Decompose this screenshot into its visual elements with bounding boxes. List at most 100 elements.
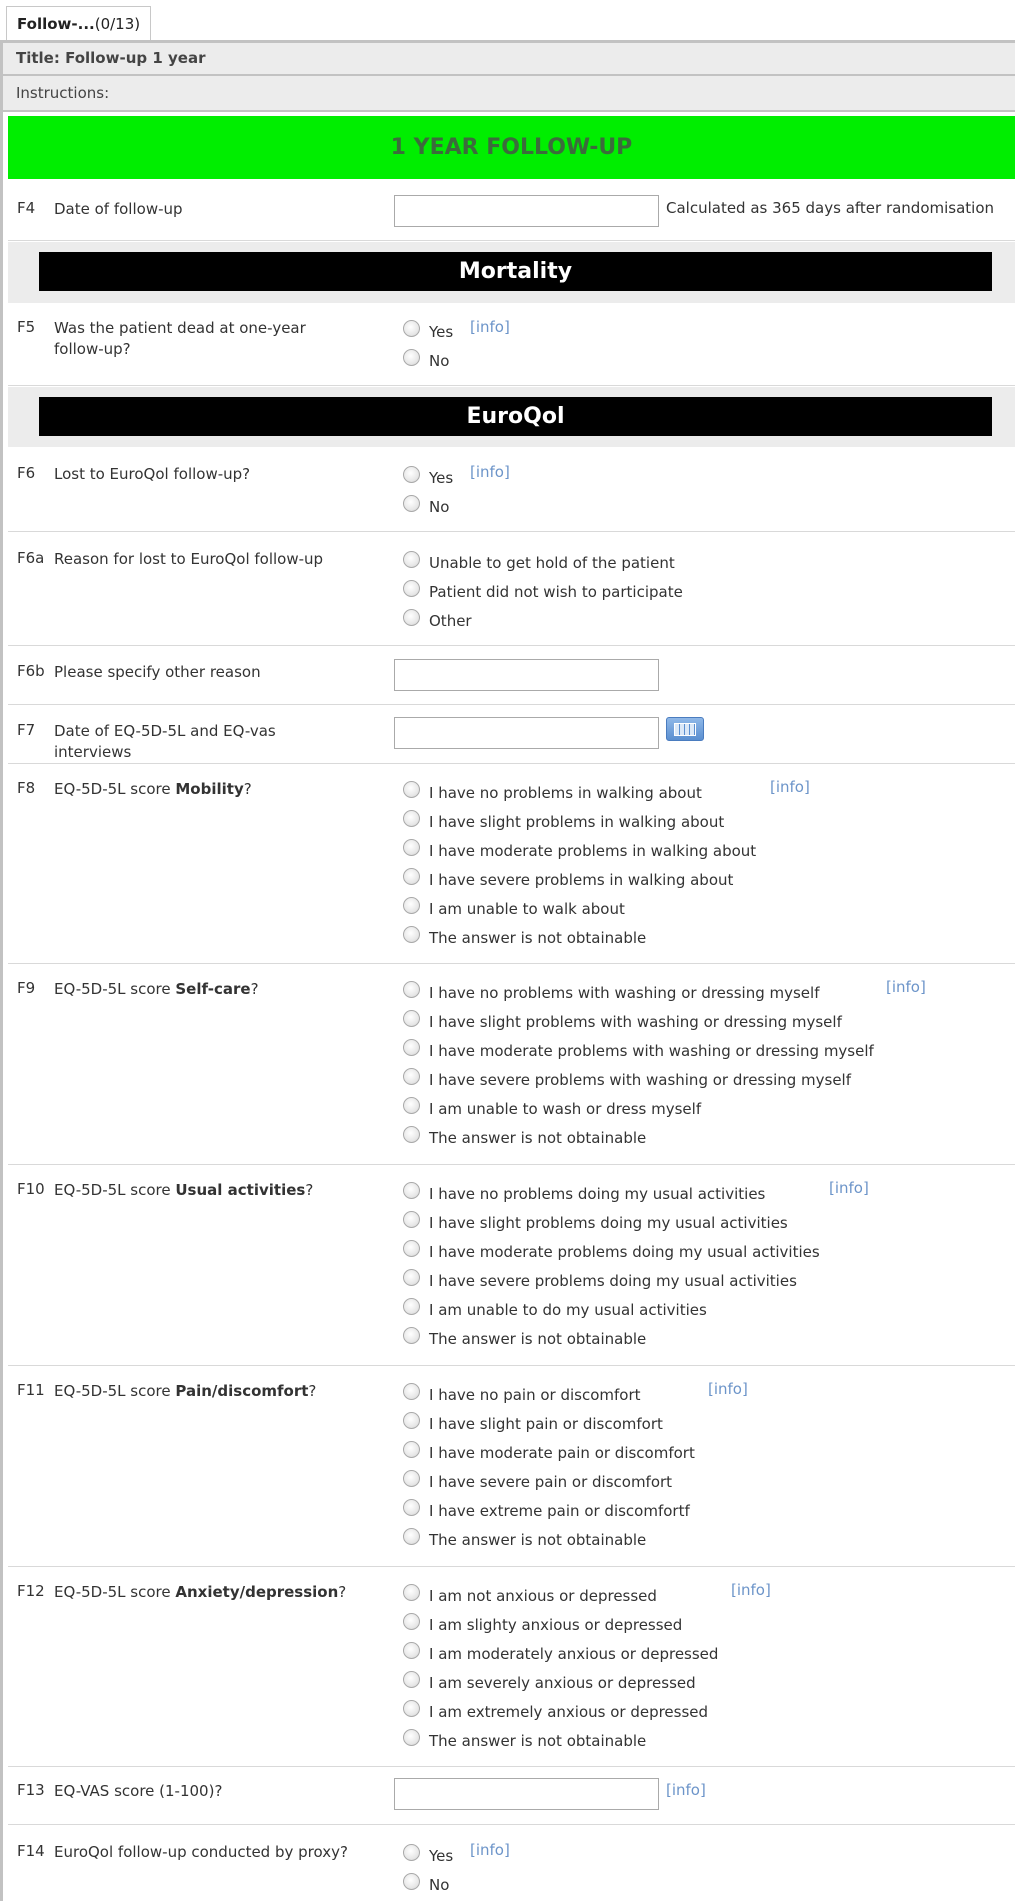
radio-button[interactable] xyxy=(403,1182,420,1199)
option-yes[interactable]: Yes xyxy=(403,320,453,345)
option-no[interactable]: No xyxy=(403,349,449,374)
option-no[interactable]: No xyxy=(403,1873,449,1898)
radio-button[interactable] xyxy=(403,1298,420,1315)
radio-button[interactable] xyxy=(403,320,420,337)
option-2[interactable]: I am slighty anxious or depressed xyxy=(403,1613,682,1638)
info-link[interactable]: [info] xyxy=(770,778,810,796)
option-4[interactable]: I have severe problems in walking about xyxy=(403,868,733,893)
calendar-icon[interactable] xyxy=(666,717,704,741)
radio-button[interactable] xyxy=(403,1844,420,1861)
option-2[interactable]: I have slight pain or discomfort xyxy=(403,1412,663,1437)
radio-button[interactable] xyxy=(403,1240,420,1257)
option-6[interactable]: The answer is not obtainable xyxy=(403,1729,646,1754)
option-label: Yes xyxy=(429,469,454,487)
other-reason-input[interactable] xyxy=(394,659,659,691)
radio-button[interactable] xyxy=(403,349,420,366)
info-link[interactable]: [info] xyxy=(470,318,510,336)
option-1[interactable]: I have no problems in walking about xyxy=(403,781,702,806)
option-no[interactable]: No xyxy=(403,495,449,520)
radio-button[interactable] xyxy=(403,1584,420,1601)
radio-button[interactable] xyxy=(403,1873,420,1890)
info-link[interactable]: [info] xyxy=(886,978,926,996)
radio-button[interactable] xyxy=(403,609,420,626)
radio-button[interactable] xyxy=(403,551,420,568)
option-label: I have slight problems with washing or d… xyxy=(429,1013,842,1031)
option-5[interactable]: I am unable to walk about xyxy=(403,897,625,922)
radio-button[interactable] xyxy=(403,1412,420,1429)
radio-button[interactable] xyxy=(403,1010,420,1027)
info-link[interactable]: [info] xyxy=(731,1581,771,1599)
option-3[interactable]: I am moderately anxious or depressed xyxy=(403,1642,718,1667)
radio-button[interactable] xyxy=(403,1613,420,1630)
option-1[interactable]: I am not anxious or depressed xyxy=(403,1584,657,1609)
info-link[interactable]: [info] xyxy=(470,1841,510,1859)
option-6[interactable]: The answer is not obtainable xyxy=(403,926,646,951)
option-4[interactable]: I have severe problems doing my usual ac… xyxy=(403,1269,797,1294)
option-yes[interactable]: Yes xyxy=(403,1844,453,1869)
radio-button[interactable] xyxy=(403,1383,420,1400)
info-link[interactable]: [info] xyxy=(829,1179,869,1197)
option-5[interactable]: I have extreme pain or discomfortf xyxy=(403,1499,690,1524)
option-label: I have moderate problems with washing or… xyxy=(429,1042,874,1060)
option-3[interactable]: I have moderate problems with washing or… xyxy=(403,1039,874,1064)
radio-button[interactable] xyxy=(403,1499,420,1516)
option-5[interactable]: I am unable to do my usual activities xyxy=(403,1298,707,1323)
info-link[interactable]: [info] xyxy=(470,463,510,481)
option-1[interactable]: I have no pain or discomfort xyxy=(403,1383,641,1408)
tab-follow-up[interactable]: Follow-...(0/13) xyxy=(6,6,152,41)
radio-button[interactable] xyxy=(403,1211,420,1228)
eq-vas-score-input[interactable] xyxy=(394,1778,659,1810)
option-4[interactable]: I have severe problems with washing or d… xyxy=(403,1068,851,1093)
date-of-follow-up-input[interactable] xyxy=(394,195,659,227)
option-unable-to-get-hold[interactable]: Unable to get hold of the patient xyxy=(403,551,675,576)
option-label: I have slight pain or discomfort xyxy=(429,1415,663,1433)
option-5[interactable]: I am extremely anxious or depressed xyxy=(403,1700,708,1725)
option-2[interactable]: I have slight problems with washing or d… xyxy=(403,1010,842,1035)
radio-button[interactable] xyxy=(403,868,420,885)
option-3[interactable]: I have moderate problems doing my usual … xyxy=(403,1240,820,1265)
radio-button[interactable] xyxy=(403,781,420,798)
question-text: EQ-5D-5L score Self-care? xyxy=(54,980,259,998)
question-row-f6: F6 Lost to EuroQol follow-up? Yes No [in… xyxy=(8,447,1015,532)
radio-button[interactable] xyxy=(403,839,420,856)
radio-button[interactable] xyxy=(403,981,420,998)
radio-button[interactable] xyxy=(403,1039,420,1056)
option-2[interactable]: I have slight problems in walking about xyxy=(403,810,724,835)
radio-button[interactable] xyxy=(403,580,420,597)
option-4[interactable]: I have severe pain or discomfort xyxy=(403,1470,672,1495)
info-link[interactable]: [info] xyxy=(666,1781,706,1799)
option-2[interactable]: I have slight problems doing my usual ac… xyxy=(403,1211,788,1236)
radio-button[interactable] xyxy=(403,1528,420,1545)
radio-button[interactable] xyxy=(403,1441,420,1458)
option-yes[interactable]: Yes xyxy=(403,466,454,491)
option-5[interactable]: I am unable to wash or dress myself xyxy=(403,1097,701,1122)
radio-button[interactable] xyxy=(403,1068,420,1085)
info-link[interactable]: [info] xyxy=(708,1380,748,1398)
radio-button[interactable] xyxy=(403,810,420,827)
option-6[interactable]: The answer is not obtainable xyxy=(403,1327,646,1352)
option-did-not-wish[interactable]: Patient did not wish to participate xyxy=(403,580,683,605)
form-instructions: Instructions: xyxy=(0,76,1015,112)
radio-button[interactable] xyxy=(403,1097,420,1114)
interview-date-input[interactable] xyxy=(394,717,659,749)
option-6[interactable]: The answer is not obtainable xyxy=(403,1126,646,1151)
radio-button[interactable] xyxy=(403,926,420,943)
radio-button[interactable] xyxy=(403,1269,420,1286)
option-1[interactable]: I have no problems doing my usual activi… xyxy=(403,1182,765,1207)
radio-button[interactable] xyxy=(403,1700,420,1717)
option-other[interactable]: Other xyxy=(403,609,472,634)
option-4[interactable]: I am severely anxious or depressed xyxy=(403,1671,696,1696)
radio-button[interactable] xyxy=(403,1642,420,1659)
option-1[interactable]: I have no problems with washing or dress… xyxy=(403,981,819,1006)
radio-button[interactable] xyxy=(403,897,420,914)
radio-button[interactable] xyxy=(403,495,420,512)
option-6[interactable]: The answer is not obtainable xyxy=(403,1528,646,1553)
radio-button[interactable] xyxy=(403,1671,420,1688)
option-3[interactable]: I have moderate pain or discomfort xyxy=(403,1441,695,1466)
radio-button[interactable] xyxy=(403,1126,420,1143)
radio-button[interactable] xyxy=(403,466,420,483)
radio-button[interactable] xyxy=(403,1729,420,1746)
radio-button[interactable] xyxy=(403,1470,420,1487)
option-3[interactable]: I have moderate problems in walking abou… xyxy=(403,839,756,864)
radio-button[interactable] xyxy=(403,1327,420,1344)
